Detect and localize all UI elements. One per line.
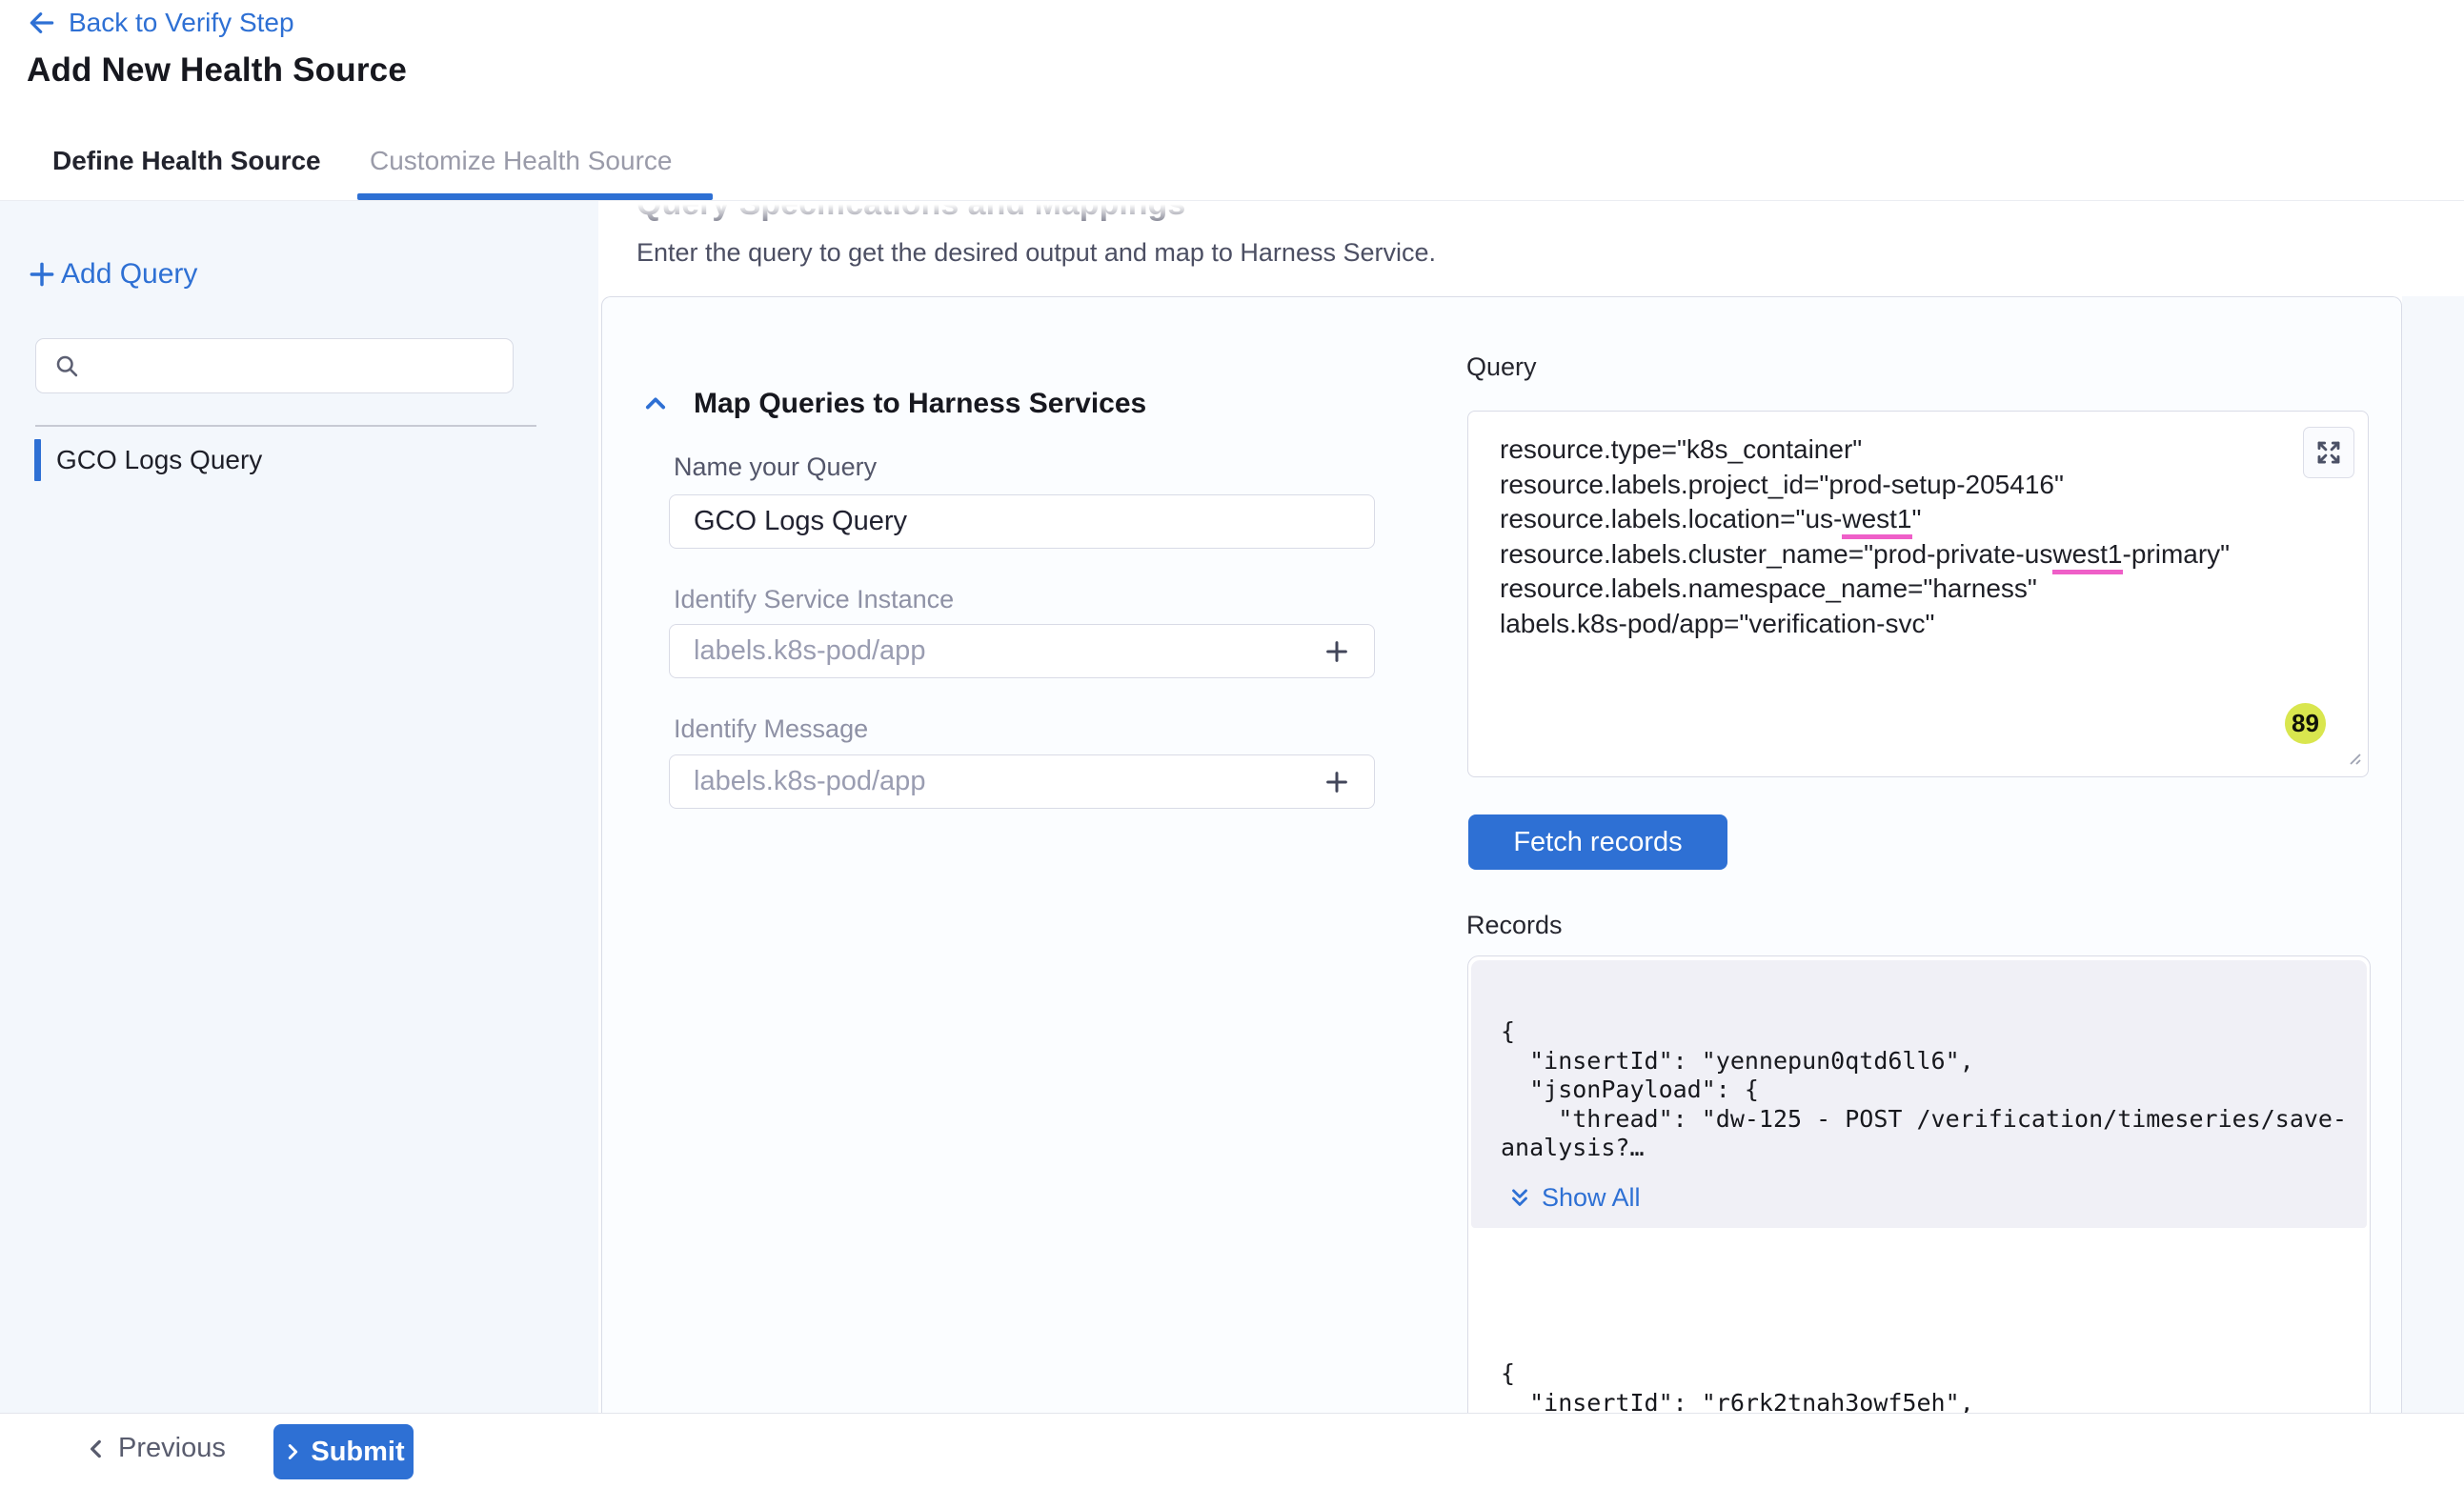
identify-message-label: Identify Message — [674, 714, 868, 744]
add-query-button[interactable]: Add Query — [27, 258, 197, 291]
section-heading: Query Specifications and Mappings — [636, 201, 1185, 223]
expand-query-button[interactable] — [2303, 427, 2354, 478]
add-query-label: Add Query — [61, 258, 197, 291]
chevron-up-icon — [642, 391, 669, 417]
name-your-query-input[interactable]: GCO Logs Query — [669, 494, 1375, 549]
records-card: { "insertId": "yennepun0qtd6ll6", "jsonP… — [1467, 955, 2371, 1413]
name-your-query-label: Name your Query — [674, 452, 877, 482]
previous-button[interactable]: Previous — [84, 1433, 226, 1464]
sidebar-item-gco-logs-query[interactable]: GCO Logs Query — [0, 438, 598, 482]
sidebar-divider — [35, 425, 536, 427]
search-input[interactable] — [93, 352, 475, 381]
previous-label: Previous — [118, 1433, 226, 1464]
submit-button[interactable]: Submit — [273, 1424, 414, 1479]
query-mappings-panel: Map Queries to Harness Services Name you… — [601, 296, 2402, 1413]
query-text: resource.type="k8s_container"resource.la… — [1500, 432, 2292, 641]
search-icon — [53, 352, 80, 379]
page-title: Add New Health Source — [27, 51, 407, 90]
page-header: Back to Verify Step Add New Health Sourc… — [0, 0, 2464, 122]
fetch-records-button[interactable]: Fetch records — [1468, 814, 1727, 870]
tab-define-health-source[interactable]: Define Health Source — [52, 122, 321, 200]
chevron-left-icon — [84, 1437, 109, 1461]
identify-service-instance-label: Identify Service Instance — [674, 585, 954, 614]
record-item-2: { "insertId": "r6rk2tnah3owf5eh", "jsonP… — [1471, 1299, 2367, 1413]
footer-bar: Previous Submit — [0, 1413, 2464, 1488]
back-arrow-icon — [27, 8, 57, 38]
identify-service-instance-input[interactable]: labels.k8s-pod/app — [669, 624, 1375, 678]
add-health-source-page: Back to Verify Step Add New Health Sourc… — [0, 0, 2464, 1488]
query-textarea[interactable]: resource.type="k8s_container"resource.la… — [1467, 411, 2369, 777]
add-service-instance-field-button[interactable] — [1323, 637, 1351, 666]
query-search-box[interactable] — [35, 338, 514, 393]
chevron-right-icon — [282, 1441, 303, 1462]
identify-message-value: labels.k8s-pod/app — [694, 766, 925, 797]
query-item-label: GCO Logs Query — [56, 445, 262, 475]
back-to-verify-step-link[interactable]: Back to Verify Step — [27, 8, 294, 38]
identify-message-input[interactable]: labels.k8s-pod/app — [669, 754, 1375, 809]
tab-bar: Define Health Source Customize Health So… — [0, 122, 2464, 201]
identify-service-instance-value: labels.k8s-pod/app — [694, 635, 925, 667]
selected-query-indicator — [34, 439, 41, 481]
record-2-json: { "insertId": "r6rk2tnah3owf5eh", "jsonP… — [1501, 1358, 2348, 1413]
resize-handle-icon[interactable] — [2344, 748, 2363, 772]
tab-customize-health-source[interactable]: Customize Health Source — [370, 122, 672, 200]
show-all-button[interactable]: Show All — [1507, 1183, 1641, 1213]
plus-icon — [27, 259, 57, 290]
back-link-label: Back to Verify Step — [69, 8, 294, 38]
query-label: Query — [1466, 352, 1537, 382]
records-label: Records — [1466, 911, 1563, 940]
main-content: Query Specifications and Mappings Enter … — [598, 201, 2464, 1413]
record-1-json: { "insertId": "yennepun0qtd6ll6", "jsonP… — [1501, 1017, 2348, 1163]
map-queries-section-title: Map Queries to Harness Services — [694, 388, 1146, 420]
query-char-count-badge: 89 — [2285, 703, 2326, 744]
expand-icon — [2314, 438, 2343, 467]
submit-label: Submit — [311, 1437, 404, 1468]
query-sidebar: Add Query GCO Logs Query — [0, 201, 598, 1413]
scroll-gutter[interactable] — [2402, 296, 2464, 1413]
add-message-field-button[interactable] — [1323, 768, 1351, 796]
double-chevron-down-icon — [1507, 1186, 1532, 1211]
show-all-label: Show All — [1542, 1183, 1641, 1213]
active-tab-indicator — [357, 193, 713, 200]
record-item-1: { "insertId": "yennepun0qtd6ll6", "jsonP… — [1471, 960, 2367, 1228]
map-queries-section-toggle[interactable]: Map Queries to Harness Services — [642, 388, 1146, 420]
name-your-query-value: GCO Logs Query — [694, 506, 907, 537]
section-subheading: Enter the query to get the desired outpu… — [636, 238, 1436, 268]
